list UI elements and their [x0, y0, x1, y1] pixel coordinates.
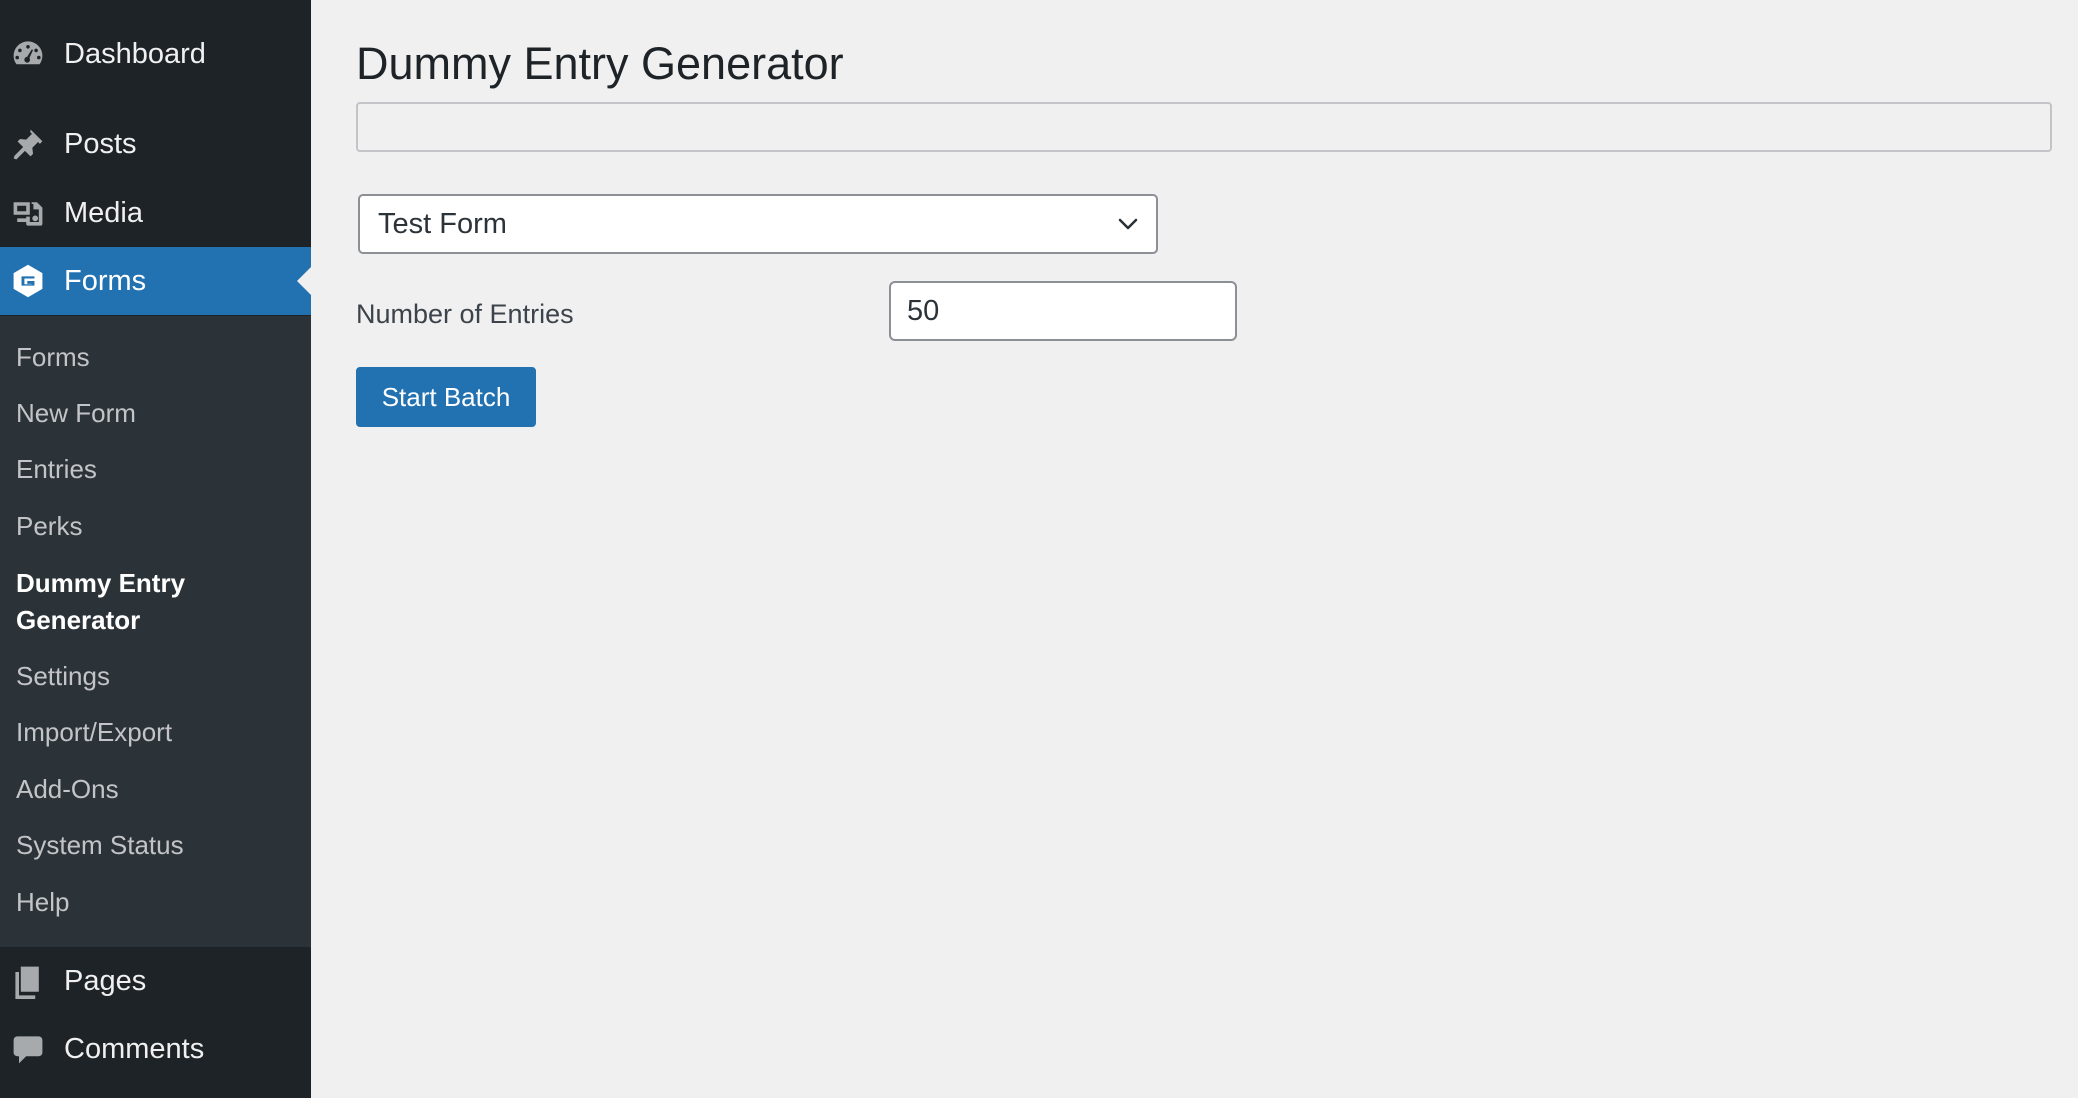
submenu-item-system-status[interactable]: System Status [16, 827, 296, 864]
comment-icon [10, 1031, 46, 1067]
menu-item-label: Posts [64, 127, 137, 160]
menu-item-label: Forms [64, 264, 147, 297]
menu-item-forms[interactable]: Forms [0, 247, 311, 315]
form-select[interactable]: Test Form [358, 194, 1158, 254]
entries-input[interactable] [889, 281, 1237, 341]
submenu-item-dummy-entry-generator[interactable]: Dummy Entry Generator [16, 565, 216, 639]
gravity-forms-icon [10, 263, 46, 299]
submenu-item-new-form[interactable]: New Form [16, 395, 296, 432]
submenu-item-settings[interactable]: Settings [16, 658, 296, 695]
wp-admin-page: Dashboard Posts Media Forms Forms New Fo… [0, 0, 2078, 1098]
dashboard-icon [10, 36, 46, 72]
menu-item-media[interactable]: Media [0, 179, 311, 247]
main-content: Dummy Entry Generator Test Form Number o… [311, 0, 2078, 1098]
menu-item-label: Pages [64, 964, 147, 997]
form-select-value: Test Form [378, 207, 507, 240]
entries-label: Number of Entries [356, 299, 574, 329]
submenu-item-add-ons[interactable]: Add-Ons [16, 771, 296, 808]
pushpin-icon [10, 126, 46, 162]
menu-item-dashboard[interactable]: Dashboard [0, 20, 311, 88]
menu-item-posts[interactable]: Posts [0, 110, 311, 178]
menu-item-label: Media [64, 196, 143, 229]
submenu-item-forms[interactable]: Forms [16, 339, 296, 376]
menu-item-pages[interactable]: Pages [0, 947, 311, 1015]
media-icon [10, 195, 46, 231]
start-batch-button[interactable]: Start Batch [356, 367, 536, 427]
submenu-item-import-export[interactable]: Import/Export [16, 714, 296, 751]
forms-submenu: Forms New Form Entries Perks Dummy Entry… [0, 316, 311, 947]
menu-item-label: Dashboard [64, 37, 206, 70]
chevron-down-icon [1118, 218, 1138, 230]
page-title: Dummy Entry Generator [356, 38, 844, 89]
progress-area [356, 102, 2052, 152]
submenu-item-help[interactable]: Help [16, 884, 296, 921]
submenu-item-entries[interactable]: Entries [16, 451, 296, 488]
menu-item-label: Comments [64, 1032, 205, 1065]
menu-item-comments[interactable]: Comments [0, 1015, 311, 1083]
submenu-item-perks[interactable]: Perks [16, 508, 296, 545]
admin-sidebar: Dashboard Posts Media Forms Forms New Fo… [0, 0, 311, 1098]
pages-icon [10, 963, 46, 999]
